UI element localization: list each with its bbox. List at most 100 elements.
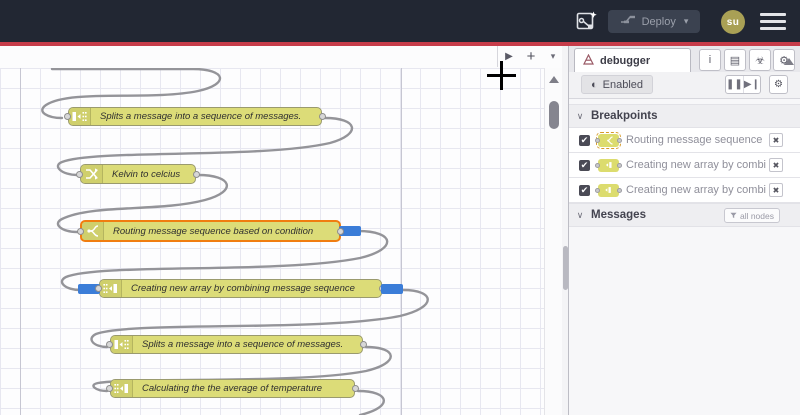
debug-icon (583, 52, 594, 70)
flow-canvas[interactable]: Splits a message into a sequence of mess… (0, 68, 544, 415)
chip-output-port (617, 187, 622, 193)
breakpoint-checkbox[interactable]: ✔ (579, 184, 590, 196)
tab-debugger[interactable]: debugger (574, 48, 691, 73)
crosshair-vertical (500, 61, 503, 90)
help-tab-button[interactable]: ▤ (724, 49, 746, 71)
deploy-label: Deploy (641, 15, 676, 28)
breakpoint-row[interactable]: ✔ Routing message sequence based on cond… (569, 128, 800, 153)
deploy-button[interactable]: Deploy ▾ (608, 10, 700, 33)
breakpoint-row[interactable]: ✔ Creating new array by combining messag… (569, 178, 800, 203)
tab-label: debugger (600, 55, 651, 67)
filter-funnel-icon (730, 211, 737, 221)
hamburger-bar (760, 27, 786, 30)
remove-breakpoint-button[interactable]: ✖ (769, 158, 783, 172)
scrollbar-thumb[interactable] (549, 101, 559, 129)
split-node-icon (111, 336, 133, 353)
debugger-settings-gear-icon[interactable]: ⚙ (769, 75, 788, 94)
split-node-icon (69, 108, 91, 125)
chevron-down-icon: ∨ (576, 209, 584, 220)
change-node-icon (81, 165, 103, 183)
section-title: Breakpoints (591, 110, 658, 122)
breakpoint-marker[interactable] (381, 283, 403, 294)
sidebar: debugger i ▤ ☣ ⚙ ▾ ◐ Enabled ❚❚ ▶❙ ⚙ ∨ B… (568, 46, 800, 415)
node-input-port[interactable] (77, 227, 84, 235)
remove-breakpoint-button[interactable]: ✖ (769, 183, 783, 197)
node-label: Kelvin to celcius (112, 168, 181, 180)
toggle-icon: ◐ (591, 78, 598, 91)
flow-node[interactable]: Kelvin to celcius (76, 164, 200, 184)
assistant-sparkle-icon[interactable] (574, 9, 598, 33)
sidebar-tabrow: debugger i ▤ ☣ ⚙ ▾ (569, 46, 800, 73)
switch-node-icon (595, 131, 622, 149)
pause-button[interactable]: ❚❚ (726, 76, 743, 93)
main-menu-button[interactable] (760, 13, 786, 30)
node-input-port[interactable] (106, 385, 113, 392)
step-button[interactable]: ▶❙ (742, 76, 760, 93)
section-title: Messages (591, 209, 646, 221)
flow-node[interactable]: Splits a message into a sequence of mess… (106, 335, 367, 354)
section-header-breakpoints[interactable]: ∨ Breakpoints (569, 104, 800, 128)
add-flow-button[interactable]: + (520, 46, 542, 67)
section-header-messages[interactable]: ∨ Messages all nodes (569, 203, 800, 227)
flow-node[interactable]: Splits a message into a sequence of mess… (64, 107, 326, 126)
breakpoint-label: Routing message sequence based on condit… (626, 134, 766, 146)
workspace-tabbar: ▶ + ▾ (0, 46, 568, 69)
flow-node[interactable]: Calculating the the average of temperatu… (106, 379, 359, 398)
node-label: Splits a message into a sequence of mess… (100, 111, 302, 122)
scroll-up-arrow-icon[interactable] (549, 76, 559, 83)
switch-node-icon (82, 222, 104, 240)
flow-node[interactable]: Routing message sequence based on condit… (77, 220, 361, 242)
debug-enabled-toggle[interactable]: ◐ Enabled (581, 75, 654, 94)
chevron-down-icon: ∨ (576, 110, 584, 121)
join-node-icon (100, 280, 122, 297)
node-input-port[interactable] (64, 113, 71, 120)
breakpoints-list: ✔ Routing message sequence based on cond… (569, 128, 800, 203)
breakpoint-label: Creating new array by combining message … (626, 184, 766, 196)
message-filter-button[interactable]: all nodes (723, 208, 780, 223)
remove-breakpoint-button[interactable]: ✖ (769, 133, 783, 147)
breakpoint-row[interactable]: ✔ Creating new array by combining messag… (569, 153, 800, 178)
node-output-port[interactable] (360, 341, 367, 348)
chip-input-port (595, 162, 600, 168)
hamburger-bar (760, 20, 786, 23)
breakpoint-label: Creating new array by combining message … (626, 159, 766, 171)
info-tab-button[interactable]: i (699, 49, 721, 71)
message-filter-label: all nodes (739, 210, 774, 221)
deploy-icon (620, 13, 636, 31)
node-input-port[interactable] (76, 170, 83, 178)
join-node-icon (111, 380, 133, 397)
node-label: Routing message sequence based on condit… (113, 225, 314, 237)
debug-transport-buttons[interactable]: ❚❚ ▶❙ (725, 75, 761, 94)
chevron-down-icon[interactable]: ▾ (684, 16, 689, 27)
node-label: Splits a message into a sequence of mess… (142, 339, 344, 350)
node-input-port[interactable] (106, 341, 113, 348)
join-node-icon (595, 183, 622, 197)
avatar[interactable]: su (721, 10, 745, 34)
debug-enabled-label: Enabled (602, 78, 644, 91)
chip-input-port (595, 187, 600, 193)
chip-output-port (617, 137, 622, 143)
debug-tab-button[interactable]: ☣ (749, 49, 771, 71)
node-label: Calculating the the average of temperatu… (142, 383, 323, 394)
node-output-port[interactable] (193, 170, 200, 178)
breakpoint-checkbox[interactable]: ✔ (579, 134, 590, 146)
flow-list-chevron-down-icon[interactable]: ▾ (542, 46, 564, 67)
sidebar-scroll-up-arrow-icon[interactable] (784, 58, 794, 65)
node-input-port[interactable] (95, 285, 102, 292)
sidebar-more-chevron-down-icon[interactable]: ▾ (795, 49, 800, 69)
node-output-port[interactable] (319, 113, 326, 120)
node-output-port[interactable] (352, 385, 359, 392)
chip-output-port (617, 162, 622, 168)
canvas-vertical-scrollbar[interactable] (544, 68, 563, 415)
node-label: Creating new array by combining message … (131, 283, 355, 294)
chip-input-port (595, 137, 600, 143)
join-node-icon (595, 158, 622, 172)
breakpoint-checkbox[interactable]: ✔ (579, 159, 590, 171)
hamburger-bar (760, 13, 786, 16)
workspace-tabbar-tools: ▶ + ▾ (497, 46, 569, 67)
debugger-toolbar: ◐ Enabled ❚❚ ▶❙ ⚙ (569, 72, 800, 99)
node-output-port[interactable] (337, 227, 344, 235)
node-red-editor: Deploy ▾ su ▶ + ▾ Splits a message into … (0, 0, 800, 415)
app-header: Deploy ▾ su (0, 0, 800, 42)
flow-node[interactable]: Creating new array by combining message … (78, 279, 403, 298)
